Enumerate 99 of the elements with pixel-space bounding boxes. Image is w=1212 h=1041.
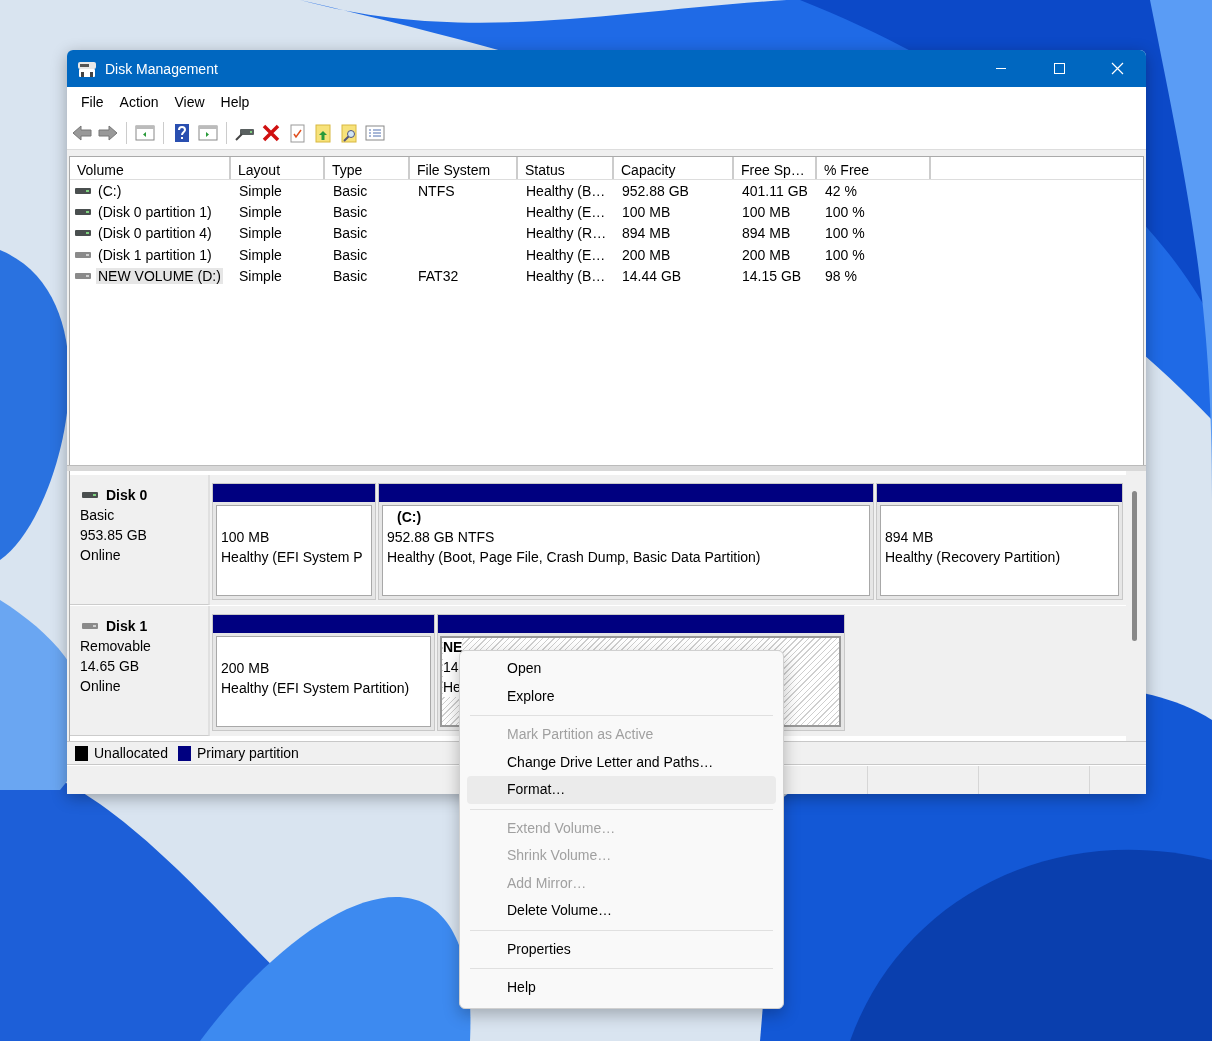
- disk-size: 953.85 GB: [80, 526, 148, 545]
- partition-label: (C:): [396, 508, 423, 527]
- table-cell: Basic: [333, 225, 368, 242]
- partition-status: Healthy (EFI System P: [221, 548, 364, 567]
- folder-search-icon[interactable]: [338, 122, 360, 144]
- table-cell: 200 MB: [742, 246, 791, 263]
- partition-size: 100 MB: [221, 528, 271, 547]
- disk-name: Disk 1: [106, 617, 148, 636]
- drive-icon: [75, 229, 91, 238]
- disk-info-panel[interactable]: Disk 1 Removable 14.65 GB Online: [70, 606, 210, 736]
- partition-size: 952.88 GB NTFS: [387, 528, 496, 547]
- drive-icon: [75, 186, 91, 195]
- scrollbar-thumb[interactable]: [1132, 491, 1137, 641]
- table-cell[interactable]: (Disk 0 partition 4): [96, 225, 214, 242]
- legend-label: Primary partition: [196, 745, 299, 761]
- menu-item[interactable]: File: [73, 94, 112, 110]
- table-cell: 100 MB: [742, 203, 791, 220]
- table-cell: 14.15 GB: [742, 267, 802, 284]
- partition-block[interactable]: 200 MB Healthy (EFI System Partition): [212, 614, 435, 731]
- partition-size: 894 MB: [885, 528, 935, 547]
- delete-icon[interactable]: [260, 122, 282, 144]
- table-cell: Healthy (E…: [526, 203, 606, 220]
- folder-up-icon[interactable]: [312, 122, 334, 144]
- pane-icon[interactable]: [134, 122, 156, 144]
- column-header[interactable]: Type: [325, 157, 410, 179]
- table-cell: 98 %: [825, 267, 857, 284]
- menu-item[interactable]: Help: [467, 974, 776, 1002]
- menu-item[interactable]: Action: [111, 94, 167, 110]
- legend-label: Unallocated: [94, 745, 168, 761]
- column-header[interactable]: Capacity: [614, 157, 734, 179]
- disk-type: Basic: [80, 506, 116, 525]
- menu-item[interactable]: View: [166, 94, 213, 110]
- table-cell: Basic: [333, 182, 368, 199]
- table-cell: 401.11 GB: [742, 182, 808, 199]
- menu-item[interactable]: Help: [212, 94, 258, 110]
- drive-icon: [75, 250, 91, 259]
- disk-status: Online: [80, 546, 122, 565]
- table-cell[interactable]: (C:): [96, 182, 124, 199]
- table-cell: 14.44 GB: [622, 267, 682, 284]
- partition-size: 200 MB: [221, 659, 271, 678]
- menu-item[interactable]: Change Drive Letter and Paths…: [467, 748, 776, 776]
- disk-status: Online: [80, 677, 122, 696]
- table-cell: Healthy (R…: [526, 225, 607, 242]
- column-header[interactable]: % Free: [817, 157, 931, 179]
- table-cell: Simple: [239, 203, 282, 220]
- disk-name: Disk 0: [106, 486, 148, 505]
- table-cell[interactable]: (Disk 1 partition 1): [96, 246, 214, 263]
- table-cell: 100 %: [825, 203, 865, 220]
- partition-block[interactable]: 100 MB Healthy (EFI System P: [212, 483, 376, 600]
- table-cell: 100 %: [825, 225, 865, 242]
- table-cell: 894 MB: [622, 225, 671, 242]
- column-header[interactable]: Free Sp…: [734, 157, 817, 179]
- table-cell: 100 MB: [622, 203, 671, 220]
- table-cell: NTFS: [418, 182, 455, 199]
- menu-item[interactable]: Open: [467, 655, 776, 683]
- partition-status: Healthy (EFI System Partition): [221, 679, 411, 698]
- drive-icon: [82, 491, 98, 499]
- column-header[interactable]: Volume: [70, 157, 231, 179]
- table-cell: Basic: [333, 246, 368, 263]
- partition-block[interactable]: 894 MB Healthy (Recovery Partition): [876, 483, 1123, 600]
- table-cell: Basic: [333, 267, 368, 284]
- disk-info-panel[interactable]: Disk 0 Basic 953.85 GB Online: [70, 475, 210, 605]
- table-cell: 100 %: [825, 246, 865, 263]
- table-cell: Healthy (E…: [526, 246, 606, 263]
- table-cell[interactable]: NEW VOLUME (D:): [96, 267, 223, 284]
- table-cell: Simple: [239, 267, 282, 284]
- disk-type: Removable: [80, 637, 152, 656]
- table-cell: 894 MB: [742, 225, 791, 242]
- table-cell: Simple: [239, 225, 282, 242]
- table-cell: FAT32: [418, 267, 459, 284]
- table-cell: Basic: [333, 203, 368, 220]
- back-arrow-icon[interactable]: [71, 122, 93, 144]
- drive-icon: [82, 622, 98, 630]
- menu-item[interactable]: Explore: [467, 682, 776, 710]
- partition-size: 14: [443, 657, 459, 677]
- partition-status: Healthy (Boot, Page File, Crash Dump, Basic Data Partition): [387, 548, 762, 567]
- column-header[interactable]: Status: [518, 157, 614, 179]
- drive-icon: [75, 271, 91, 280]
- table-cell: 200 MB: [622, 246, 671, 263]
- column-header[interactable]: Layout: [231, 157, 325, 179]
- disk-management-icon: [77, 59, 97, 78]
- window-title: Disk Management: [105, 60, 218, 77]
- menu-item[interactable]: Format…: [467, 776, 776, 804]
- partition-label: NE: [443, 638, 463, 657]
- table-cell: Healthy (B…: [526, 267, 606, 284]
- forward-arrow-icon[interactable]: [97, 122, 119, 144]
- column-header[interactable]: File System: [410, 157, 518, 179]
- partition-status: Healthy (Recovery Partition): [885, 548, 1062, 567]
- menu-item[interactable]: Delete Volume…: [467, 897, 776, 925]
- menu-item[interactable]: Properties: [467, 935, 776, 963]
- table-cell: Simple: [239, 182, 282, 199]
- disk-size: 14.65 GB: [80, 657, 141, 676]
- drive-icon: [75, 207, 91, 216]
- table-cell[interactable]: (Disk 0 partition 1): [96, 203, 214, 220]
- table-cell: Simple: [239, 246, 282, 263]
- partition-block[interactable]: (C:) 952.88 GB NTFS Healthy (Boot, Page File, Crash Dump, Basic Data Partition): [378, 483, 874, 600]
- table-cell: 42 %: [825, 182, 857, 199]
- table-cell: 952.88 GB: [622, 182, 689, 199]
- table-cell: Healthy (B…: [526, 182, 606, 199]
